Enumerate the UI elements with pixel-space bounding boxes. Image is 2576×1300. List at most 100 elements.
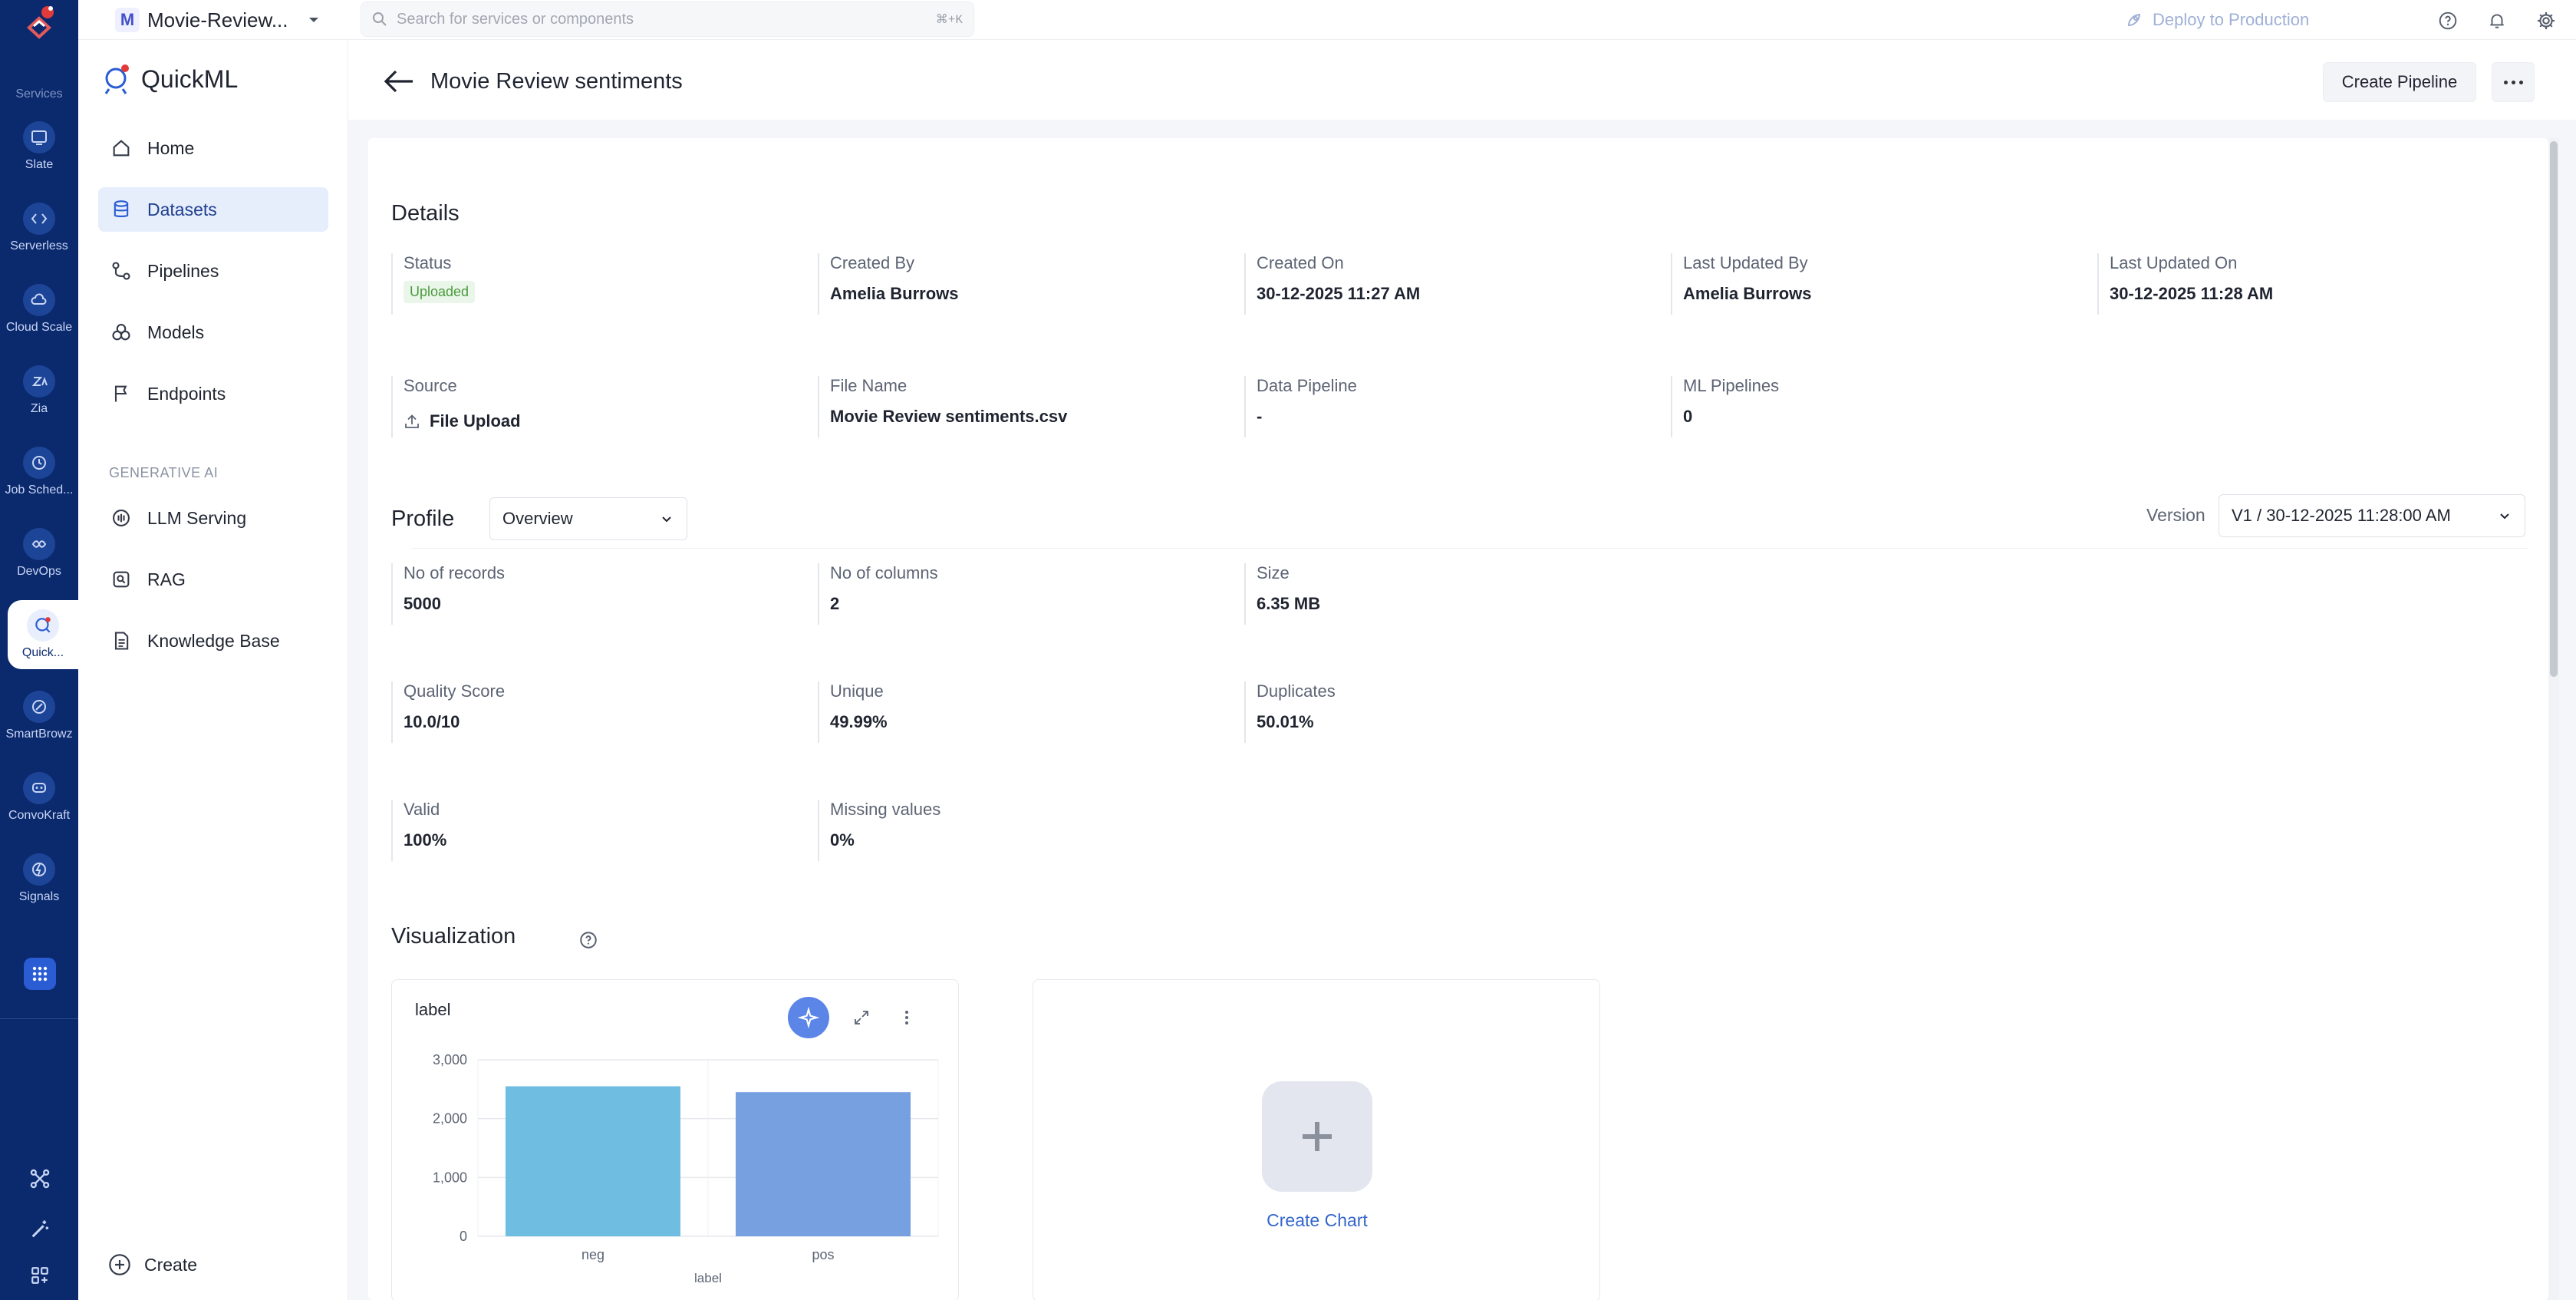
rail-label: Signals: [18, 890, 60, 903]
magic-wand-icon[interactable]: [26, 1216, 54, 1243]
nav-item-datasets[interactable]: Datasets: [98, 187, 328, 232]
nav-item-pipelines[interactable]: Pipelines: [98, 249, 328, 293]
field-label: Quality Score: [404, 681, 506, 701]
rail-item-job-scheduler[interactable]: Job Sched...: [0, 433, 78, 510]
section-divider: [411, 548, 2528, 549]
nav-item-llm-serving[interactable]: LLM Serving: [98, 496, 328, 540]
field-label: Created On: [1257, 253, 1344, 272]
apps-icon[interactable]: [26, 1262, 54, 1289]
project-initial: M: [115, 8, 140, 32]
models-icon: [109, 320, 133, 345]
field-label: ML Pipelines: [1683, 376, 1780, 395]
y-tick-label: 3,000: [433, 1052, 467, 1067]
quickml-logo-icon: [104, 64, 129, 94]
chevron-down-icon: [662, 516, 671, 523]
help-icon[interactable]: [2436, 9, 2459, 32]
rail-item-serverless[interactable]: Serverless: [0, 189, 78, 266]
quickml-sidebar: QuickML Home Datasets Pipelines Models E…: [78, 40, 348, 1300]
rail-label: Cloud Scale: [5, 321, 73, 334]
rail-item-signals[interactable]: Signals: [0, 840, 78, 916]
integrations-icon[interactable]: [26, 1165, 54, 1193]
profile-heading: Profile: [391, 506, 455, 531]
rail-label: Serverless: [10, 239, 68, 252]
y-tick-label: 1,000: [433, 1170, 467, 1185]
field-label: Unique: [830, 681, 884, 701]
field-label: Last Updated By: [1683, 253, 1808, 272]
bell-icon[interactable]: [2485, 9, 2508, 32]
rag-icon: [109, 567, 133, 592]
deploy-to-production-button[interactable]: Deploy to Production: [2125, 8, 2309, 32]
rail-label: Zia: [30, 402, 48, 415]
rail-item-slate[interactable]: Slate: [0, 107, 78, 184]
create-button[interactable]: Create: [107, 1252, 197, 1277]
nav-item-models[interactable]: Models: [98, 310, 328, 355]
smartbrowz-icon: [23, 691, 55, 723]
top-bar: M Movie-Review... ⌘+K Deploy to Producti…: [78, 0, 2576, 40]
label-chart-card: label 0 1,000 2,000 3,000 neg pos label: [391, 979, 959, 1300]
rail-item-zia[interactable]: Zia: [0, 351, 78, 428]
quickml-icon: [27, 609, 59, 642]
field-value: 49.99%: [830, 712, 888, 731]
created-by-field: Created By Amelia Burrows: [818, 253, 1232, 315]
upload-icon: [405, 414, 419, 428]
brand-name: QuickML: [141, 64, 239, 93]
more-options-button[interactable]: [2492, 62, 2535, 102]
chevron-down-icon: [2500, 513, 2509, 520]
nav-label: Pipelines: [147, 260, 219, 281]
field-value: 10.0/10: [404, 712, 460, 731]
y-tick-label: 0: [460, 1229, 467, 1244]
create-pipeline-button[interactable]: Create Pipeline: [2323, 62, 2476, 102]
ml-pipelines-field: ML Pipelines 0: [1671, 376, 2085, 437]
nav-item-endpoints[interactable]: Endpoints: [98, 371, 328, 416]
plus-icon: [1303, 1122, 1332, 1151]
rail-item-devops[interactable]: DevOps: [0, 514, 78, 591]
field-value: Movie Review sentiments.csv: [830, 407, 1068, 426]
nav-label: Models: [147, 322, 205, 342]
field-label: Status: [404, 253, 452, 272]
source-field: Source File Upload: [391, 376, 805, 437]
created-on-field: Created On 30-12-2025 11:27 AM: [1244, 253, 1659, 315]
field-label: Last Updated On: [2110, 253, 2238, 272]
back-arrow-icon[interactable]: [382, 66, 416, 97]
create-label: Create: [144, 1254, 198, 1275]
llm-serving-icon: [109, 506, 133, 530]
rail-label: Services: [15, 87, 63, 101]
field-value: 5000: [404, 594, 441, 613]
size-field: Size 6.35 MB: [1244, 563, 1659, 625]
selected-option: Overview: [502, 509, 573, 528]
field-label: Valid: [404, 800, 440, 819]
help-circle-icon[interactable]: [578, 930, 598, 950]
nav-item-home[interactable]: Home: [98, 126, 328, 170]
rail-item-services[interactable]: Services: [0, 28, 78, 104]
devops-icon: [23, 528, 55, 560]
unique-field: Unique 49.99%: [818, 681, 1232, 743]
project-switcher[interactable]: M Movie-Review...: [115, 6, 321, 34]
search-input[interactable]: [397, 10, 936, 28]
nav-item-rag[interactable]: RAG: [98, 557, 328, 602]
scrollbar-thumb[interactable]: [2550, 141, 2558, 677]
records-field: No of records 5000: [391, 563, 805, 625]
x-tick-label: neg: [581, 1247, 604, 1262]
all-services-grid-icon[interactable]: [24, 958, 56, 990]
rail-item-smartbrowz[interactable]: SmartBrowz: [0, 677, 78, 754]
x-axis-label: label: [694, 1271, 722, 1285]
create-chart-card[interactable]: Create Chart: [1033, 979, 1600, 1300]
pipeline-icon: [109, 259, 133, 283]
gear-icon[interactable]: [2535, 9, 2558, 32]
convokraft-icon: [23, 772, 55, 804]
global-search[interactable]: ⌘+K: [361, 2, 974, 37]
version-select[interactable]: V1 / 30-12-2025 11:28:00 AM: [2219, 494, 2525, 537]
create-chart-link[interactable]: Create Chart: [1033, 1210, 1601, 1231]
field-label: File Name: [830, 376, 908, 395]
rail-item-cloud-scale[interactable]: Cloud Scale: [0, 270, 78, 347]
rail-item-quickml[interactable]: Quick...: [8, 600, 78, 669]
profile-view-select[interactable]: Overview: [489, 497, 687, 540]
field-label: Size: [1257, 563, 1290, 582]
nav-item-knowledge-base[interactable]: Knowledge Base: [98, 619, 328, 663]
search-icon: [373, 12, 387, 26]
rail-item-convokraft[interactable]: ConvoKraft: [0, 758, 78, 835]
field-value: 30-12-2025 11:28 AM: [2110, 284, 2274, 303]
add-chart-button[interactable]: [1262, 1081, 1372, 1192]
field-value: 0%: [830, 830, 855, 850]
y-tick-label: 2,000: [433, 1111, 467, 1127]
